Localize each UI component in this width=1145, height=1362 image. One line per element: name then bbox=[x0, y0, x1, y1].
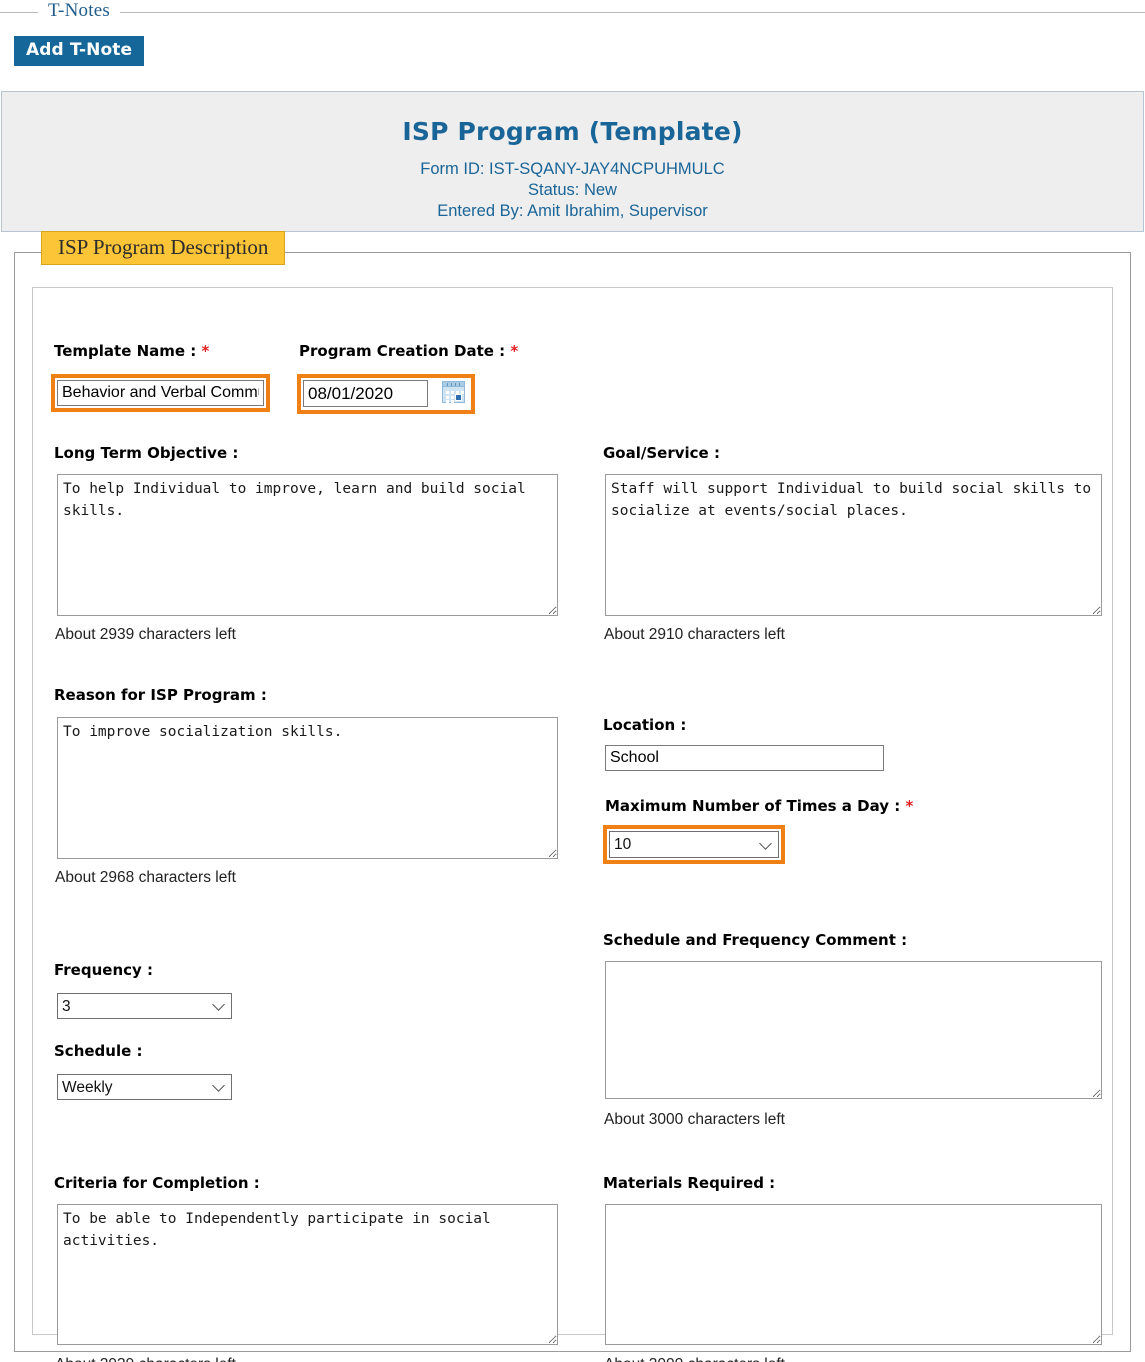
isp-program-template-page: T-Notes Add T-Note ISP Program (Template… bbox=[0, 0, 1145, 1362]
reason-for-isp-program-chars-left: About 2968 characters left bbox=[55, 869, 236, 886]
criteria-for-completion-textarea[interactable] bbox=[57, 1204, 558, 1345]
form-header-panel: ISP Program (Template) Form ID: IST-SQAN… bbox=[1, 91, 1144, 232]
long-term-objective-chars-left: About 2939 characters left bbox=[55, 626, 236, 643]
maximum-times-a-day-select[interactable]: 10 bbox=[609, 831, 779, 858]
frequency-field: Frequency : bbox=[54, 961, 153, 979]
add-tnote-button[interactable]: Add T-Note bbox=[14, 36, 145, 66]
program-creation-date-label: Program Creation Date : * bbox=[299, 342, 519, 360]
form-meta: Form ID: IST-SQANY-JAY4NCPUHMULC Status:… bbox=[2, 159, 1143, 222]
template-name-field: Template Name : * bbox=[54, 342, 209, 360]
reason-for-isp-program-label: Reason for ISP Program : bbox=[54, 686, 267, 704]
schedule-frequency-comment-chars-left: About 3000 characters left bbox=[604, 1111, 785, 1128]
long-term-objective-label: Long Term Objective : bbox=[54, 444, 239, 462]
goal-service-field: Goal/Service : bbox=[603, 444, 720, 462]
schedule-frequency-comment-textarea[interactable] bbox=[605, 961, 1102, 1099]
page-title: ISP Program (Template) bbox=[402, 117, 743, 146]
maximum-times-a-day-label: Maximum Number of Times a Day : * bbox=[605, 797, 914, 815]
materials-required-chars-left: About 3000 characters left bbox=[604, 1356, 785, 1362]
schedule-label: Schedule : bbox=[54, 1042, 143, 1060]
materials-required-label: Materials Required : bbox=[603, 1174, 776, 1192]
template-name-input[interactable] bbox=[57, 380, 264, 406]
calendar-icon[interactable] bbox=[442, 381, 465, 403]
maximum-times-a-day-select-wrap: 10 bbox=[609, 831, 779, 858]
reason-for-isp-program-field: Reason for ISP Program : bbox=[54, 686, 267, 704]
criteria-for-completion-label: Criteria for Completion : bbox=[54, 1174, 260, 1192]
location-input[interactable] bbox=[605, 745, 884, 771]
long-term-objective-field: Long Term Objective : bbox=[54, 444, 238, 462]
isp-program-description-section: ISP Program Description Template Name : … bbox=[14, 231, 1131, 1362]
form-inner-panel: Template Name : * Program Creation Date … bbox=[32, 287, 1113, 1362]
schedule-field: Schedule : bbox=[54, 1042, 143, 1060]
section-legend: ISP Program Description bbox=[41, 231, 286, 265]
schedule-frequency-comment-label: Schedule and Frequency Comment : bbox=[603, 931, 908, 949]
schedule-select[interactable]: Weekly bbox=[57, 1074, 232, 1100]
tnotes-legend: T-Notes bbox=[38, 0, 120, 22]
frequency-label: Frequency : bbox=[54, 961, 154, 979]
location-label: Location : bbox=[603, 716, 687, 734]
program-creation-date-field: Program Creation Date : * bbox=[299, 342, 518, 360]
frequency-select[interactable]: 3 bbox=[57, 993, 232, 1019]
schedule-frequency-comment-field: Schedule and Frequency Comment : bbox=[603, 931, 907, 949]
location-field: Location : bbox=[603, 716, 686, 734]
criteria-for-completion-field: Criteria for Completion : bbox=[54, 1174, 260, 1192]
goal-service-label: Goal/Service : bbox=[603, 444, 720, 462]
goal-service-textarea[interactable] bbox=[605, 474, 1102, 616]
entered-by-text: Entered By: Amit Ibrahim, Supervisor bbox=[437, 202, 708, 220]
template-name-label: Template Name : * bbox=[54, 342, 210, 360]
schedule-select-wrap: Weekly bbox=[57, 1074, 232, 1100]
long-term-objective-textarea[interactable] bbox=[57, 474, 558, 616]
reason-for-isp-program-textarea[interactable] bbox=[57, 717, 558, 859]
criteria-for-completion-chars-left: About 2939 characters left bbox=[55, 1356, 236, 1362]
status-text: Status: New bbox=[528, 181, 617, 199]
program-creation-date-input[interactable] bbox=[303, 380, 428, 407]
maximum-times-a-day-field: Maximum Number of Times a Day : * bbox=[605, 797, 913, 815]
form-id-text: Form ID: IST-SQANY-JAY4NCPUHMULC bbox=[420, 160, 725, 178]
frequency-select-wrap: 3 bbox=[57, 993, 232, 1019]
tnotes-fieldset: T-Notes bbox=[0, 0, 1145, 22]
materials-required-field: Materials Required : bbox=[603, 1174, 775, 1192]
materials-required-textarea[interactable] bbox=[605, 1204, 1102, 1345]
goal-service-chars-left: About 2910 characters left bbox=[604, 626, 785, 643]
